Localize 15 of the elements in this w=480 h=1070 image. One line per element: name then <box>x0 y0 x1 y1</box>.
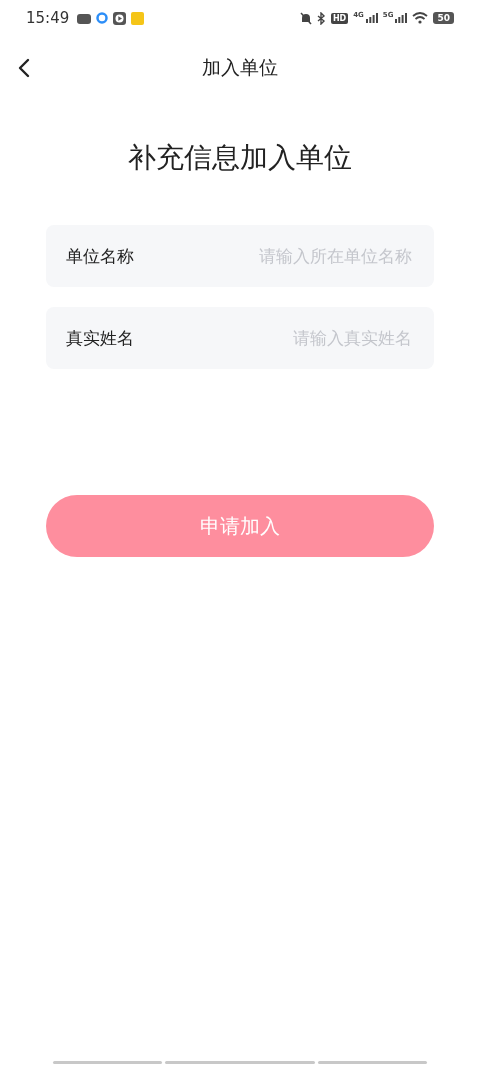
hd-badge: HD <box>330 12 349 24</box>
circle-icon <box>96 12 109 24</box>
field-label: 真实姓名 <box>66 326 134 350</box>
page-title: 加入单位 <box>202 55 278 80</box>
wifi-icon <box>412 12 429 24</box>
status-time: 15:49 <box>26 9 70 27</box>
field-label: 单位名称 <box>66 244 134 268</box>
battery-level: 50 <box>433 12 454 24</box>
app-icon <box>77 12 92 24</box>
play-icon <box>113 11 127 25</box>
signal-icon <box>395 13 408 23</box>
bluetooth-icon <box>316 11 326 25</box>
signal-icon <box>365 13 378 23</box>
form-heading: 补充信息加入单位 <box>127 140 353 176</box>
app-icon <box>131 11 145 25</box>
